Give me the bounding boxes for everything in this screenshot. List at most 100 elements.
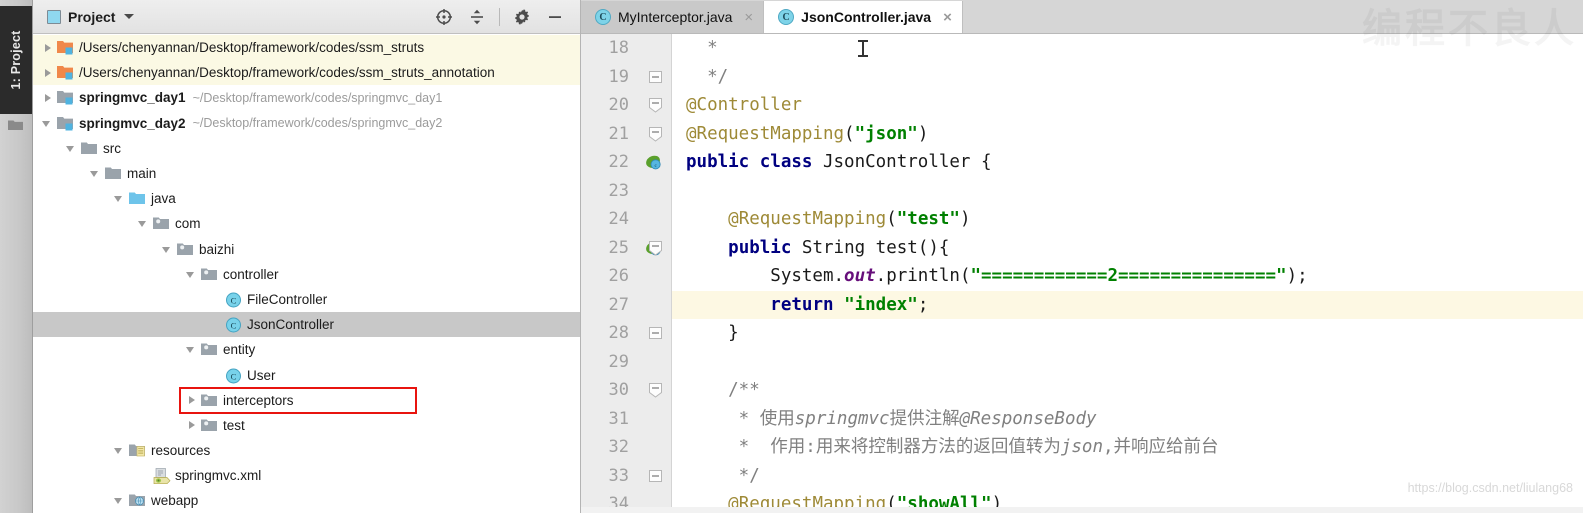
project-view-icon [47, 9, 61, 24]
code-line-31[interactable]: * 使用springmvc提供注解@ResponseBody [672, 405, 1583, 434]
tree-item-test[interactable]: test [33, 413, 580, 438]
chevron-down-icon[interactable] [89, 167, 102, 180]
code-token: */ [686, 66, 729, 87]
code-editor[interactable]: 1819202122232425262728293031323334 cc * … [581, 34, 1583, 513]
code-line-32[interactable]: * 作用:用来将控制器方法的返回值转为json,并响应给前台 [672, 433, 1583, 462]
chevron-down-icon[interactable] [113, 494, 126, 507]
code-token: * [686, 408, 760, 429]
tree-item-label: java [151, 191, 176, 207]
horizontal-scrollbar[interactable] [581, 507, 1583, 513]
tree-item-springmvc_day2[interactable]: springmvc_day2 ~/Desktop/framework/codes/… [33, 111, 580, 136]
project-title-group[interactable]: Project [39, 8, 135, 25]
tree-item-label: resources [151, 443, 211, 459]
gutter-cell [638, 348, 671, 377]
tree-item-entity[interactable]: entity [33, 337, 580, 362]
code-line-22[interactable]: public class JsonController { [672, 148, 1583, 177]
tree-item-label: com [175, 216, 201, 232]
chevron-down-icon[interactable] [113, 192, 126, 205]
code-line-26[interactable]: System.out.println("============2=======… [672, 262, 1583, 291]
project-tree[interactable]: /Users/chenyannan/Desktop/framework/code… [33, 34, 580, 513]
editor-tab-jsoncontroller-java[interactable]: C JsonController.java × [764, 1, 963, 33]
code-token: "json" [854, 123, 918, 144]
module-gray-icon [57, 116, 74, 131]
code-token: } [686, 323, 739, 343]
sidebar-tab-project[interactable]: 1: Project [0, 6, 32, 114]
line-number: 30 [608, 380, 629, 400]
editor-tab-myinterceptor-java[interactable]: C MyInterceptor.java × [581, 1, 765, 33]
svg-text:C: C [231, 321, 237, 331]
tree-item--users-chenyannan-desktop-framework-codes-ssm_struts[interactable]: /Users/chenyannan/Desktop/framework/code… [33, 35, 580, 61]
fold-start-icon[interactable] [648, 126, 663, 142]
code-token: @RequestMapping [686, 123, 845, 144]
tree-item-springmvc.xml[interactable]: springmvc.xml [33, 463, 580, 488]
chevron-right-icon[interactable] [41, 41, 54, 54]
panel-title: Project [68, 8, 116, 25]
code-token: out [844, 266, 876, 286]
tree-item-filecontroller[interactable]: C FileController [33, 287, 580, 312]
package-icon [201, 418, 218, 433]
svg-text:C: C [231, 295, 237, 305]
chevron-down-icon[interactable] [137, 217, 150, 230]
line-number: 25 [608, 237, 629, 258]
fold-end-icon[interactable] [648, 69, 663, 85]
chevron-down-icon[interactable] [185, 268, 198, 281]
code-line-20[interactable]: @Controller [672, 91, 1583, 120]
tree-item-springmvc_day1[interactable]: springmvc_day1 ~/Desktop/framework/codes/… [33, 85, 580, 110]
minimize-icon[interactable] [540, 4, 570, 30]
chevron-down-icon[interactable] [124, 14, 135, 19]
gutter-cell [638, 205, 671, 234]
tree-item-jsoncontroller[interactable]: C JsonController [33, 312, 580, 338]
chevron-right-icon[interactable] [41, 66, 54, 79]
package-icon [177, 242, 194, 257]
close-icon[interactable]: × [744, 9, 753, 26]
tree-item--users-chenyannan-desktop-framework-codes-ssm_struts_annotation[interactable]: /Users/chenyannan/Desktop/framework/code… [33, 60, 580, 86]
tree-item-user[interactable]: C User [33, 362, 580, 387]
code-line-28[interactable]: } [672, 319, 1583, 348]
code-token: @RequestMapping [728, 209, 887, 229]
code-line-23[interactable] [672, 177, 1583, 206]
code-line-25[interactable]: public String test(){ [672, 234, 1583, 263]
tree-item-com[interactable]: com [33, 211, 580, 236]
close-icon[interactable]: × [943, 9, 952, 26]
code-line-27[interactable]: return "index"; [672, 290, 1583, 319]
chevron-right-icon[interactable] [185, 419, 198, 432]
chevron-down-icon[interactable] [161, 243, 174, 256]
gear-icon[interactable] [507, 4, 537, 30]
chevron-down-icon[interactable] [65, 142, 78, 155]
tree-item-resources[interactable]: resources [33, 438, 580, 463]
tree-item-label: entity [223, 342, 256, 358]
fold-end-icon[interactable] [648, 325, 663, 341]
fold-start-icon[interactable] [648, 382, 663, 398]
code-line-21[interactable]: @RequestMapping("json") [672, 120, 1583, 149]
fold-start-icon[interactable] [648, 97, 663, 113]
tree-item-baizhi[interactable]: baizhi [33, 237, 580, 262]
code-line-19[interactable]: */ [672, 63, 1583, 92]
chevron-down-icon[interactable] [41, 117, 54, 130]
code-line-30[interactable]: /** [672, 376, 1583, 405]
editor-area: C MyInterceptor.java × C JsonController.java… [581, 0, 1583, 513]
code-line-33[interactable]: */ [672, 462, 1583, 491]
tree-item-webapp[interactable]: webapp [33, 488, 580, 513]
tree-item-label: JsonController [247, 317, 335, 333]
code-line-24[interactable]: @RequestMapping("test") [672, 205, 1583, 234]
code-token: "============2===============" [970, 266, 1287, 286]
chevron-right-icon[interactable] [41, 91, 54, 104]
fold-end-icon[interactable] [648, 468, 663, 484]
collapse-all-icon[interactable] [462, 4, 492, 30]
tree-item-controller[interactable]: controller [33, 262, 580, 287]
chevron-down-icon[interactable] [185, 343, 198, 356]
code-line-18[interactable]: * [672, 34, 1583, 63]
tree-item-main[interactable]: main [33, 161, 580, 186]
tree-item-java[interactable]: java [33, 186, 580, 211]
code-line-29[interactable] [672, 348, 1583, 377]
locate-icon[interactable] [429, 4, 459, 30]
tree-item-interceptors[interactable]: interceptors [33, 388, 580, 413]
gutter-icons-column[interactable]: cc [638, 34, 672, 513]
chevron-right-icon[interactable] [185, 394, 198, 407]
fold-start-icon[interactable] [648, 240, 663, 256]
tree-item-src[interactable]: src [33, 136, 580, 161]
spring-bean-icon[interactable]: c [645, 154, 662, 171]
chevron-down-icon[interactable] [113, 444, 126, 457]
tree-item-label: webapp [151, 493, 199, 509]
code-lines[interactable]: * */@Controller @RequestMapping("json") pu… [672, 34, 1583, 513]
